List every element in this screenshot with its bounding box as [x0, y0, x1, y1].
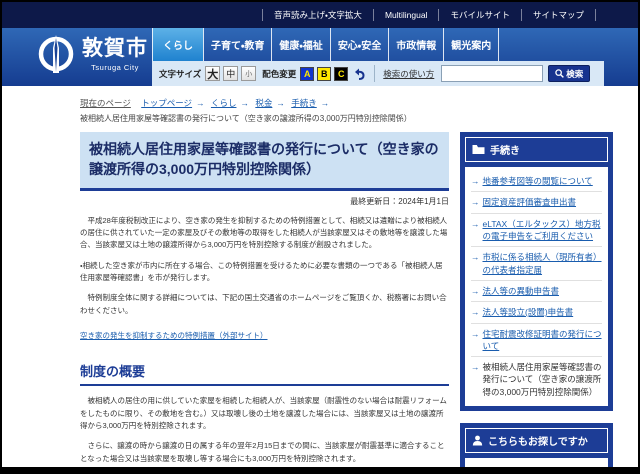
search-button[interactable]: 検索 — [548, 65, 591, 82]
breadcrumb-page-name: 被相続人居住用家屋等確認書の発行について（空き家の譲渡所得の3,000万円特別控… — [80, 114, 412, 123]
section-paragraph: さらに、譲渡の時から譲渡の日の属する年の翌年2月15日までの間に、当該家屋が耐震… — [80, 441, 445, 463]
browser-page: 音声読み上げ・文字拡大 Multilingual モバイルサイト サイトマップ … — [0, 0, 640, 474]
sidebar-procedures-widget: 手続き → 地番参考図等の閲覧について → 固定資産評価審査申出書 → eLTAX（エ… — [460, 132, 613, 412]
nav-tab-kenkou[interactable]: 健康・福祉 — [271, 28, 329, 61]
section-heading-overview: 制度の概要 — [80, 361, 449, 387]
sidebar-procedures-title-label: 手続き — [490, 146, 520, 157]
sidebar-item-houjin-setsuritsu: → 法人等設立(設置)申告書 — [471, 302, 602, 324]
search-input[interactable] — [441, 65, 544, 82]
breadcrumb-arrow-icon: → — [240, 98, 249, 108]
sidebar-item-souzokunin: → 市税に係る相続人（現所有者）の代表者指定届 — [471, 247, 602, 281]
breadcrumb: 現在のページ トップページ → くらし → 税金 → 手続き → — [2, 86, 638, 109]
arrow-right-icon: → — [471, 197, 480, 208]
main-area: 被相続人居住用家屋等確認書の発行について（空き家の譲渡所得の3,000万円特別控… — [2, 124, 638, 474]
search-icon — [555, 69, 565, 78]
toolbar-divider — [374, 65, 376, 82]
sidebar-procedures-list: → 地番参考図等の閲覧について → 固定資産評価審査申出書 → eLTAX（エルタック… — [465, 167, 608, 407]
site-header: 敦賀市 Tsuruga City くらし 子育て・教育 健康・福祉 安心・安全 … — [2, 28, 638, 86]
person-icon — [472, 435, 483, 446]
sidebar-item-chiban: → 地番参考図等の閲覧について — [471, 171, 602, 193]
section-paragraph: 被相続人の居住の用に供していた家屋を相続した相続人が、当該家屋（耐震性のない場合… — [80, 396, 447, 430]
sidebar-current-page-label: 被相続人居住用家屋等確認書の発行について（空き家の譲渡所得の3,000万円特別控… — [482, 362, 602, 397]
arrow-right-icon: → — [471, 252, 480, 263]
breadcrumb-link-kurashi[interactable]: くらし — [211, 98, 237, 108]
accessibility-toolbar: 文字サイズ 大 中 小 配色変更 A B C 検索の使い方 検索 — [152, 61, 604, 86]
reset-color-icon[interactable] — [352, 67, 366, 81]
color-scheme-b-button[interactable]: B — [317, 66, 332, 81]
nav-tab-kankou[interactable]: 観光案内 — [443, 28, 500, 61]
color-scheme-label: 配色変更 — [262, 68, 297, 79]
font-size-small-button[interactable]: 小 — [241, 66, 257, 81]
sidebar-procedures-title: 手続き — [465, 137, 608, 162]
font-size-label: 文字サイズ — [159, 68, 202, 79]
nav-tab-kurashi[interactable]: くらし — [152, 28, 203, 61]
sidebar-link[interactable]: 地番参考図等の閲覧について — [483, 175, 593, 187]
site-name: 敦賀市 — [82, 36, 148, 60]
sidebar-item-taishin: → 住宅耐震改修証明書の発行について — [471, 324, 602, 358]
sidebar-item-kotei-shisan: → 固定資産評価審査申出書 — [471, 192, 602, 214]
main-content: 被相続人居住用家屋等確認書の発行について（空き家の譲渡所得の3,000万円特別控… — [80, 132, 449, 474]
arrow-right-icon: → — [471, 285, 480, 296]
sidebar-item-eltax: → eLTAX（エルタックス）地方税の電子申告をご利用ください — [471, 214, 602, 248]
intro-paragraph: ・相続した空き家が市内に所在する場合、この特例措置を受けるために必要な書類の一つ… — [80, 260, 443, 283]
sidebar-related-title-label: こちらもお探しですか — [488, 437, 588, 449]
last-updated: 最終更新日：2024年1月1日 — [350, 196, 449, 206]
breadcrumb-current-label: 現在のページ — [80, 98, 131, 108]
breadcrumb-arrow-icon: → — [320, 98, 330, 108]
folder-icon — [472, 145, 485, 154]
site-logo[interactable]: 敦賀市 Tsuruga City — [36, 34, 148, 74]
site-name-block: 敦賀市 Tsuruga City — [82, 37, 148, 72]
nav-tab-shisei[interactable]: 市政情報 — [388, 28, 443, 61]
search-help-link[interactable]: 検索の使い方 — [383, 68, 434, 80]
nav-tab-anshin[interactable]: 安心・安全 — [329, 28, 388, 61]
intro-paragraph: 平成28年度税制改正により、空き家の発生を抑制するための特例措置として、相続又は… — [80, 215, 448, 250]
nav-tab-kosodate[interactable]: 子育て・教育 — [203, 28, 271, 61]
site-name-en: Tsuruga City — [91, 62, 139, 72]
city-emblem-icon — [38, 35, 74, 73]
intro-paragraph: 特例制度全体に関する詳細については、下記の国土交通省のホームページをご覧頂くか、… — [80, 293, 447, 315]
arrow-right-icon: → — [471, 176, 480, 186]
sidebar-link[interactable]: 法人等設立(設置)申告書 — [483, 306, 574, 318]
breadcrumb-link-top[interactable]: トップページ — [141, 98, 192, 108]
sidebar-item-current-page: → 被相続人居住用家屋等確認書の発行について（空き家の譲渡所得の3,000万円特別… — [471, 357, 602, 402]
topbar-link-mobile-site[interactable]: モバイルサイト — [438, 9, 521, 21]
page-title: 被相続人居住用家屋等確認書の発行について（空き家の譲渡所得の3,000万円特別控… — [80, 132, 449, 191]
sidebar: 手続き → 地番参考図等の閲覧について → 固定資産評価審査申出書 → eLTAX（エ… — [460, 132, 613, 474]
breadcrumb-arrow-icon: → — [196, 98, 205, 108]
sidebar-related-title: こちらもお探しですか — [465, 428, 608, 454]
arrow-right-icon: → — [471, 218, 480, 229]
color-scheme-a-button[interactable]: A — [300, 66, 315, 81]
font-size-medium-button[interactable]: 中 — [223, 66, 239, 81]
sidebar-link[interactable]: 固定資産評価審査申出書 — [483, 196, 577, 208]
breadcrumb-link-zeikin[interactable]: 税金 — [255, 98, 272, 108]
sidebar-link[interactable]: 市税に係る相続人（現所有者）の代表者指定届 — [483, 251, 603, 276]
external-site-link[interactable]: 空き家の発生を抑制するための特例措置（外部サイト） — [80, 330, 268, 341]
topbar-link-multilingual[interactable]: Multilingual — [372, 9, 439, 21]
arrow-right-icon: → — [471, 307, 480, 318]
topbar-link-voice-reading[interactable]: 音声読み上げ・文字拡大 — [262, 9, 373, 21]
topbar-link-sitemap[interactable]: サイトマップ — [520, 9, 596, 21]
global-nav: くらし 子育て・教育 健康・福祉 安心・安全 市政情報 観光案内 — [152, 28, 500, 61]
sidebar-link[interactable]: eLTAX（エルタックス）地方税の電子申告をご利用ください — [483, 218, 603, 243]
breadcrumb-arrow-icon: → — [276, 98, 285, 108]
breadcrumb-link-tetsuzuki[interactable]: 手続き — [291, 98, 317, 108]
bottom-border — [2, 467, 638, 474]
top-utility-bar: 音声読み上げ・文字拡大 Multilingual モバイルサイト サイトマップ — [2, 2, 638, 28]
font-size-large-button[interactable]: 大 — [205, 66, 221, 81]
arrow-right-icon: → — [471, 328, 480, 339]
arrow-right-icon: → — [471, 362, 480, 373]
color-scheme-c-button[interactable]: C — [334, 66, 349, 81]
sidebar-link[interactable]: 法人等の異動申告書 — [483, 285, 560, 297]
sidebar-link[interactable]: 住宅耐震改修証明書の発行について — [483, 328, 603, 353]
search-button-label: 検索 — [566, 68, 584, 79]
sidebar-item-houjin-idou: → 法人等の異動申告書 — [471, 281, 602, 303]
